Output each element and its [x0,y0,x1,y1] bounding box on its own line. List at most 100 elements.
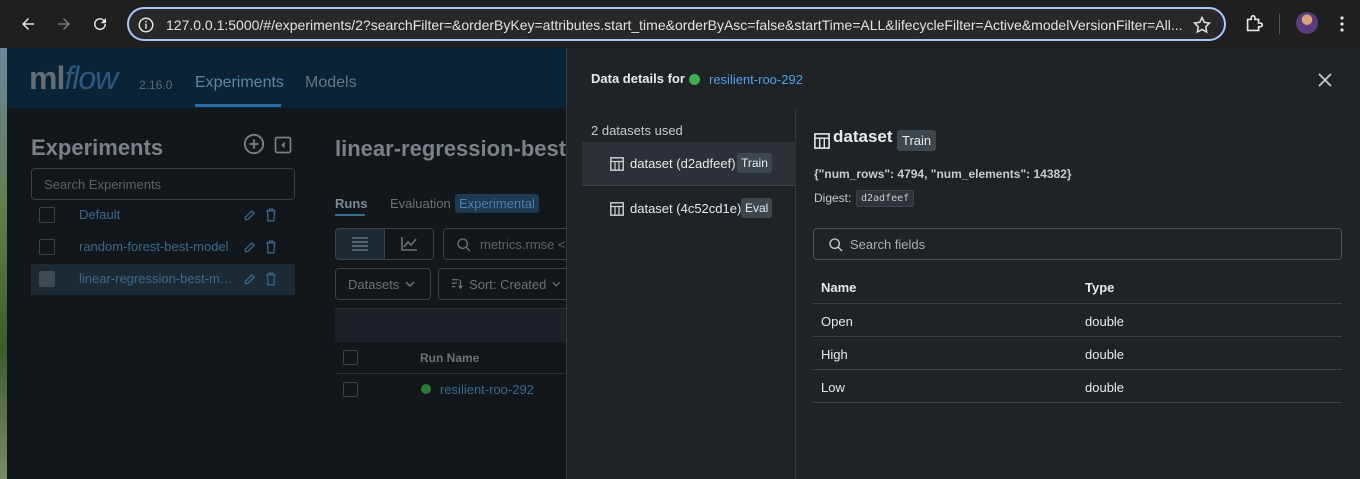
filter-text: metrics.rmse < [480,237,566,252]
experiment-name[interactable]: linear-regression-best-model [79,271,234,286]
chevron-down-icon [405,281,415,287]
address-bar[interactable]: 127.0.0.1:5000/#/experiments/2?searchFil… [127,7,1226,41]
experiment-item-default[interactable]: Default [31,200,295,231]
select-all-checkbox[interactable] [343,350,358,365]
logo-flow: flow [64,60,118,96]
tab-runs[interactable]: Runs [335,196,368,211]
dataset-name: dataset (4c52cd1e) [630,201,742,216]
experiment-item-linear-regression[interactable]: linear-regression-best-model [31,264,295,295]
experiment-checkbox[interactable] [39,207,55,223]
search-fields-input[interactable]: Search fields [813,228,1342,260]
version-label: 2.16.0 [139,78,173,92]
field-type: double [1085,314,1125,329]
edit-icon[interactable] [243,208,257,222]
nav-experiments[interactable]: Experiments [195,74,284,92]
dataset-detail: dataset Train {"num_rows": 4794, "num_el… [797,108,1360,479]
experimental-badge: Experimental [455,194,539,213]
table-icon [814,133,830,149]
field-type: double [1085,347,1125,362]
toolbar-divider [1279,14,1280,34]
url-text[interactable]: 127.0.0.1:5000/#/experiments/2?searchFil… [166,16,1186,34]
datasets-list: 2 datasets used dataset (d2adfeef) Train… [567,108,796,479]
runs-filter-input[interactable]: metrics.rmse < [443,228,573,260]
browser-menu-icon[interactable] [1330,12,1354,36]
datasets-dropdown[interactable]: Datasets [335,268,431,300]
logo-ml: ml [29,60,65,96]
search-fields-placeholder: Search fields [850,237,926,252]
site-info-icon[interactable] [137,16,155,34]
add-experiment-icon[interactable] [243,133,265,155]
dataset-context-tag: Train [897,130,937,151]
edit-icon[interactable] [243,272,257,286]
chart-icon [401,237,417,251]
delete-icon[interactable] [265,272,277,286]
screen: 127.0.0.1:5000/#/experiments/2?searchFil… [0,0,1360,479]
field-name: High [821,347,848,362]
dataset-list-item[interactable]: dataset (4c52cd1e) Eval [582,187,796,231]
edit-icon[interactable] [243,240,257,254]
experiment-item-random-forest[interactable]: random-forest-best-model [31,232,295,263]
delete-icon[interactable] [265,208,277,222]
schema-table: Name Type Open double High double Low do… [813,270,1342,403]
table-view-button[interactable] [335,228,385,260]
run-status-dot [421,384,431,394]
data-details-drawer: Data details for resilient-roo-292 2 dat… [566,48,1360,479]
tab-active-indicator [335,214,365,216]
dataset-context-tag: Train [737,153,772,173]
table-row[interactable]: resilient-roo-292 [335,374,573,406]
reload-icon[interactable] [88,12,112,36]
collapse-sidebar-icon[interactable] [273,135,293,155]
drawer-title: Data details for [591,71,685,86]
digest-label: Digest: [814,191,852,205]
experiment-title: linear-regression-best-m [335,136,593,161]
mlflow-logo[interactable]: mlflow [29,60,118,97]
runs-table-header: Run Name [335,342,573,374]
sort-label: Sort: Created [469,276,547,292]
nav-active-indicator [195,104,281,107]
search-experiments-input[interactable]: Search Experiments [31,168,295,200]
field-type: double [1085,380,1125,395]
column-run-name[interactable]: Run Name [420,351,479,365]
bookmark-star-icon[interactable] [1192,15,1212,35]
sort-dropdown[interactable]: Sort: Created [438,268,573,300]
back-icon[interactable] [16,12,40,36]
field-name: Open [821,314,853,329]
drawer-run-link[interactable]: resilient-roo-292 [709,72,803,87]
table-row: Open double [813,304,1342,337]
browser-toolbar: 127.0.0.1:5000/#/experiments/2?searchFil… [0,0,1360,48]
field-name: Low [821,380,845,395]
table-row: High double [813,337,1342,370]
experiment-name[interactable]: random-forest-best-model [79,239,234,254]
datasets-label: Datasets [348,276,400,292]
digest-value: d2adfeef [856,190,915,207]
chart-view-button[interactable] [384,228,434,260]
chevron-down-icon [552,281,561,287]
list-icon [352,237,368,251]
row-checkbox[interactable] [343,382,358,397]
experiment-checkbox[interactable] [39,239,55,255]
dataset-title: dataset [833,127,893,146]
profile-avatar[interactable] [1296,12,1318,34]
experiment-checkbox-checked[interactable] [39,271,55,287]
tab-evaluation[interactable]: Evaluation [390,196,451,211]
dataset-name: dataset (d2adfeef) [630,156,736,171]
datasets-count: 2 datasets used [591,123,683,138]
delete-icon[interactable] [265,240,277,254]
close-icon[interactable] [1315,70,1335,90]
sort-icon [451,279,463,290]
dataset-context-tag: Eval [741,198,773,218]
experiment-name[interactable]: Default [79,207,234,222]
extensions-icon[interactable] [1243,13,1265,35]
forward-icon[interactable] [52,12,76,36]
run-status-dot [689,74,700,85]
sidebar-title: Experiments [31,135,164,160]
dataset-list-item[interactable]: dataset (d2adfeef) Train [582,142,796,186]
nav-models[interactable]: Models [305,74,357,92]
desktop-background-edge [0,48,7,479]
table-icon [610,202,624,216]
table-icon [610,157,624,171]
runs-table-group-header [335,308,573,342]
schema-table-header: Name Type [813,270,1342,304]
column-type-header: Type [1085,280,1115,295]
run-name-link[interactable]: resilient-roo-292 [440,382,534,397]
